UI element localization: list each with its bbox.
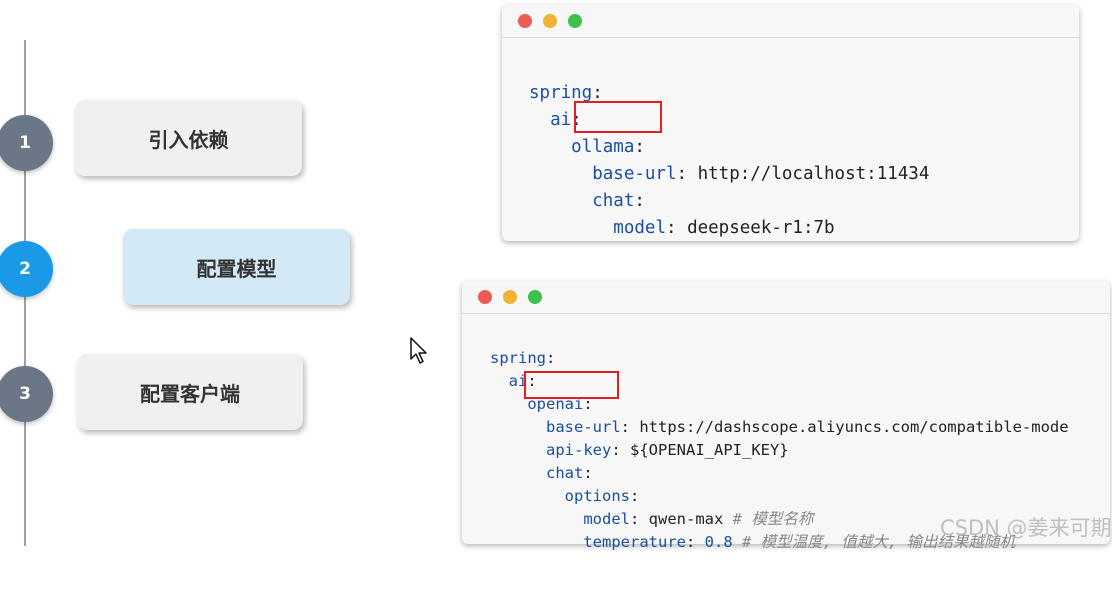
step-1-number: 1 (19, 133, 31, 153)
code-key: chat (546, 464, 584, 482)
openai-window-titlebar (462, 281, 1110, 314)
ollama-code-window: spring: ai: ollama: base-url: http://loc… (502, 5, 1079, 241)
step-1-label: 引入依赖 (148, 127, 229, 152)
code-value: 0.8 (704, 533, 733, 551)
step-3-label: 配置客户端 (140, 381, 240, 406)
ollama-code-block: spring: ai: ollama: base-url: http://loc… (529, 83, 930, 238)
openai-code-window: spring: ai: openai: base-url: https://da… (462, 281, 1110, 551)
ollama-window-titlebar (502, 5, 1079, 38)
code-key: api-key (546, 441, 612, 459)
step-1-card[interactable]: 引入依赖 (75, 100, 302, 176)
openai-code-block: spring: ai: openai: base-url: https://da… (490, 349, 1069, 551)
step-2-circle: 2 (0, 241, 53, 297)
code-key: options (564, 487, 630, 505)
mouse-cursor-icon (409, 336, 431, 370)
step-2-label: 配置模型 (196, 256, 277, 281)
window-maximize-dot (528, 290, 542, 304)
code-value: https://dashscope.aliyuncs.com/compatibl… (639, 418, 1069, 436)
ollama-highlight-box (574, 101, 662, 133)
code-value: deepseek-r1:7b (687, 218, 835, 238)
window-maximize-dot (568, 14, 582, 28)
code-value: http://localhost:11434 (697, 164, 930, 184)
code-key: spring (529, 83, 593, 103)
window-close-dot (478, 290, 492, 304)
window-minimize-dot (503, 290, 517, 304)
code-key: base-url (546, 418, 621, 436)
code-value: qwen-max (648, 510, 724, 528)
window-minimize-dot (543, 14, 557, 28)
code-value: ${OPENAI_API_KEY} (630, 441, 789, 459)
step-3-card[interactable]: 配置客户端 (77, 354, 303, 430)
step-2-card[interactable]: 配置模型 (123, 229, 350, 305)
window-close-dot (518, 14, 532, 28)
code-key: model (613, 218, 666, 238)
code-key-ollama: ollama (571, 137, 635, 157)
code-key: spring (490, 349, 546, 367)
openai-highlight-box (524, 371, 619, 399)
step-3-circle: 3 (0, 366, 53, 422)
code-key: chat (592, 191, 635, 211)
code-key: model (583, 510, 630, 528)
step-3-number: 3 (19, 384, 31, 404)
code-key: base-url (592, 164, 677, 184)
code-key: ai (550, 110, 572, 130)
watermark: CSDN @姜来可期 (940, 516, 1112, 540)
code-comment: # 模型名称 (732, 510, 814, 528)
code-key: temperature (583, 533, 686, 551)
step-2-number: 2 (19, 259, 31, 279)
step-1-circle: 1 (0, 115, 53, 171)
